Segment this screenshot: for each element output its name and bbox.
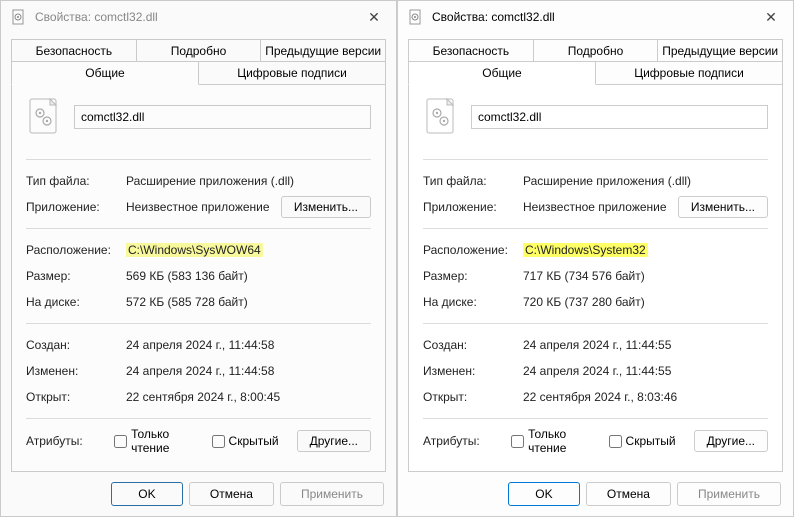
change-app-button[interactable]: Изменить... [281, 196, 371, 218]
label-size: Размер: [26, 269, 126, 283]
divider [423, 418, 768, 419]
tab-content-general: Тип файла: Расширение приложения (.dll) … [11, 84, 386, 472]
properties-dialog-right: Свойства: comctl32.dll ✕ Безопасность По… [397, 0, 794, 517]
hidden-checkbox[interactable] [609, 435, 622, 448]
label-attributes: Атрибуты: [423, 434, 505, 448]
label-modified: Изменен: [26, 364, 126, 378]
readonly-checkbox[interactable] [511, 435, 524, 448]
hidden-checkbox-wrap[interactable]: Скрытый [609, 434, 676, 448]
label-filetype: Тип файла: [423, 174, 523, 188]
divider [26, 159, 371, 160]
label-size: Размер: [423, 269, 523, 283]
value-filetype: Расширение приложения (.dll) [523, 174, 768, 188]
label-location: Расположение: [423, 243, 523, 257]
label-accessed: Открыт: [423, 390, 523, 404]
divider [26, 228, 371, 229]
value-location: C:\Windows\SysWOW64 [126, 243, 371, 257]
label-modified: Изменен: [423, 364, 523, 378]
hidden-label: Скрытый [229, 434, 279, 448]
readonly-checkbox-wrap[interactable]: Только чтение [511, 427, 590, 455]
tab-previous-versions[interactable]: Предыдущие версии [658, 39, 783, 62]
value-modified: 24 апреля 2024 г., 11:44:55 [523, 364, 768, 378]
other-attributes-button[interactable]: Другие... [297, 430, 371, 452]
readonly-checkbox[interactable] [114, 435, 127, 448]
label-disksize: На диске: [26, 295, 126, 309]
tab-details[interactable]: Подробно [137, 39, 262, 62]
cancel-button[interactable]: Отмена [586, 482, 671, 506]
tab-digital-signatures[interactable]: Цифровые подписи [596, 61, 783, 84]
window-title: Свойства: comctl32.dll [35, 10, 360, 24]
value-app: Неизвестное приложение [126, 200, 281, 214]
hidden-checkbox-wrap[interactable]: Скрытый [212, 434, 279, 448]
tab-details[interactable]: Подробно [534, 39, 659, 62]
label-app: Приложение: [26, 200, 126, 214]
label-app: Приложение: [423, 200, 523, 214]
close-button[interactable]: ✕ [757, 5, 785, 29]
filename-input[interactable] [74, 105, 371, 129]
properties-dialog-left: Свойства: comctl32.dll ✕ Безопасность По… [0, 0, 397, 517]
readonly-label: Только чтение [131, 427, 193, 455]
apply-button[interactable]: Применить [677, 482, 781, 506]
ok-button[interactable]: OK [111, 482, 183, 506]
close-button[interactable]: ✕ [360, 5, 388, 29]
ok-button[interactable]: OK [508, 482, 580, 506]
value-size: 569 КБ (583 136 байт) [126, 269, 371, 283]
divider [423, 323, 768, 324]
hidden-label: Скрытый [626, 434, 676, 448]
value-created: 24 апреля 2024 г., 11:44:58 [126, 338, 371, 352]
value-filetype: Расширение приложения (.dll) [126, 174, 371, 188]
other-attributes-button[interactable]: Другие... [694, 430, 768, 452]
label-disksize: На диске: [423, 295, 523, 309]
change-app-button[interactable]: Изменить... [678, 196, 768, 218]
apply-button[interactable]: Применить [280, 482, 384, 506]
tab-digital-signatures[interactable]: Цифровые подписи [199, 61, 386, 84]
hidden-checkbox[interactable] [212, 435, 225, 448]
divider [423, 228, 768, 229]
tab-previous-versions[interactable]: Предыдущие версии [261, 39, 386, 62]
tabs: Безопасность Подробно Предыдущие версии … [398, 33, 793, 84]
readonly-checkbox-wrap[interactable]: Только чтение [114, 427, 193, 455]
value-accessed: 22 сентября 2024 г., 8:03:46 [523, 390, 768, 404]
value-disksize: 572 КБ (585 728 байт) [126, 295, 371, 309]
label-location: Расположение: [26, 243, 126, 257]
label-created: Создан: [26, 338, 126, 352]
label-created: Создан: [423, 338, 523, 352]
divider [26, 418, 371, 419]
value-created: 24 апреля 2024 г., 11:44:55 [523, 338, 768, 352]
gear-page-icon [408, 9, 424, 25]
filename-input[interactable] [471, 105, 768, 129]
value-accessed: 22 сентября 2024 г., 8:00:45 [126, 390, 371, 404]
window-title: Свойства: comctl32.dll [432, 10, 757, 24]
tabs: Безопасность Подробно Предыдущие версии … [1, 33, 396, 84]
value-disksize: 720 КБ (737 280 байт) [523, 295, 768, 309]
value-location: C:\Windows\System32 [523, 243, 768, 257]
divider [423, 159, 768, 160]
tab-general[interactable]: Общие [408, 61, 596, 85]
label-accessed: Открыт: [26, 390, 126, 404]
value-app: Неизвестное приложение [523, 200, 678, 214]
tab-general[interactable]: Общие [11, 61, 199, 85]
titlebar: Свойства: comctl32.dll ✕ [398, 1, 793, 33]
value-modified: 24 апреля 2024 г., 11:44:58 [126, 364, 371, 378]
cancel-button[interactable]: Отмена [189, 482, 274, 506]
divider [26, 323, 371, 324]
readonly-label: Только чтение [528, 427, 590, 455]
file-gears-icon [423, 97, 459, 137]
label-filetype: Тип файла: [26, 174, 126, 188]
tab-security[interactable]: Безопасность [11, 39, 137, 62]
dialog-buttons: OK Отмена Применить [1, 472, 396, 516]
value-size: 717 КБ (734 576 байт) [523, 269, 768, 283]
label-attributes: Атрибуты: [26, 434, 108, 448]
gear-page-icon [11, 9, 27, 25]
tab-security[interactable]: Безопасность [408, 39, 534, 62]
tab-content-general: Тип файла: Расширение приложения (.dll) … [408, 84, 783, 472]
titlebar: Свойства: comctl32.dll ✕ [1, 1, 396, 33]
file-gears-icon [26, 97, 62, 137]
dialog-buttons: OK Отмена Применить [398, 472, 793, 516]
